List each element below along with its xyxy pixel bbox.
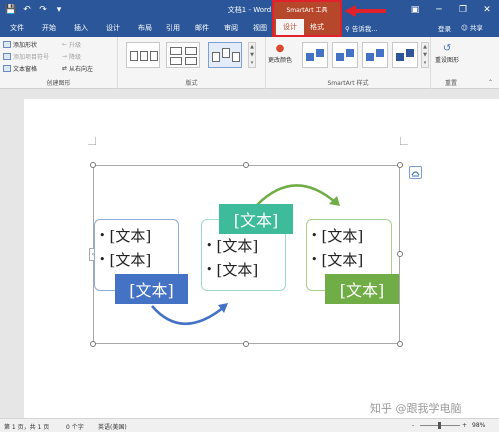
restore-button[interactable]: ❐ <box>451 0 475 20</box>
tab-references[interactable]: 引用 <box>166 23 180 33</box>
resize-handle[interactable] <box>397 341 403 347</box>
promote-label: 升级 <box>69 42 82 49</box>
add-bullet-label: 添加项目符号 <box>13 54 50 61</box>
styles-gallery-scroll[interactable]: ▲ ▼ ▾ <box>421 42 429 68</box>
style-thumbnail[interactable] <box>302 42 328 68</box>
person-icon: ☺ <box>461 24 468 32</box>
title-bar: 💾 ↶ ↷ ▾ 文档1 - Word ▣ ─ ❐ ✕ <box>0 0 499 20</box>
layout-options-icon[interactable] <box>409 166 422 179</box>
add-shape-icon <box>3 41 11 48</box>
tab-design[interactable]: 设计 <box>106 23 120 33</box>
resize-handle[interactable] <box>243 341 249 347</box>
layout-thumbnail-selected[interactable] <box>208 42 242 68</box>
resize-handle[interactable] <box>397 162 403 168</box>
tell-me-label: 告诉我... <box>351 25 378 33</box>
add-bullet-button[interactable]: 添加项目符号 <box>3 52 49 61</box>
right-to-left-label: 从右向左 <box>69 66 94 73</box>
ribbon: 添加形状 添加项目符号 文本窗格 ← 升级 → 降级 ⇄ 从右向左 创建图形 ▲… <box>0 37 499 89</box>
style-thumbnail[interactable] <box>332 42 358 68</box>
palette-icon: ● <box>275 43 285 54</box>
change-colors-button[interactable]: ● 更改颜色 <box>268 43 292 64</box>
zoom-slider-thumb[interactable] <box>438 422 441 429</box>
layouts-gallery-scroll[interactable]: ▲ ▼ ▾ <box>248 42 256 68</box>
tab-file[interactable]: 文件 <box>10 23 24 33</box>
crop-mark <box>88 137 96 145</box>
create-graphic-group-label: 创建图形 <box>46 80 71 87</box>
resize-handle[interactable] <box>90 341 96 347</box>
red-arrow-annotation <box>344 5 386 17</box>
text-pane-icon <box>3 65 11 72</box>
resize-handle[interactable] <box>397 251 403 257</box>
ribbon-tabs: 文件 开始 插入 设计 布局 引用 邮件 审阅 视图 <box>0 20 499 37</box>
smartart-label-left[interactable]: [文本] <box>115 274 188 304</box>
add-shape-label: 添加形状 <box>13 42 38 49</box>
layout-thumbnail[interactable] <box>166 42 200 68</box>
layouts-group: ▲ ▼ ▾ 版式 <box>118 37 266 89</box>
page-count[interactable]: 第 1 页，共 1 页 <box>4 422 49 431</box>
smartart-tools-title: SmartArt 工具 <box>286 7 328 14</box>
zoom-out-button[interactable]: - <box>412 422 414 429</box>
ribbon-display-options-icon[interactable]: ▣ <box>403 0 427 20</box>
status-bar: 第 1 页，共 1 页 0 个字 英语(美国) - + 98% <box>0 418 499 432</box>
resize-handle[interactable] <box>90 162 96 168</box>
language-indicator[interactable]: 英语(美国) <box>98 422 127 431</box>
reset-group-label: 重置 <box>444 80 457 87</box>
word-count[interactable]: 0 个字 <box>66 422 84 431</box>
tab-home[interactable]: 开始 <box>42 23 56 33</box>
demote-label: 降级 <box>69 54 82 61</box>
smartart-label-right[interactable]: [文本] <box>325 274 399 304</box>
share-button[interactable]: ☺ 共享 <box>458 21 486 33</box>
crop-mark <box>400 137 408 145</box>
sign-in-link[interactable]: 登录 <box>438 23 451 33</box>
style-thumbnail[interactable] <box>392 42 418 68</box>
add-shape-button[interactable]: 添加形状 <box>3 40 37 49</box>
minimize-button[interactable]: ─ <box>427 0 451 20</box>
smartart-label-middle[interactable]: [文本] <box>219 204 293 234</box>
close-button[interactable]: ✕ <box>475 0 499 20</box>
process-arrows <box>151 184 340 325</box>
smartart-styles-group: ● 更改颜色 ▲ ▼ ▾ SmartArt 样式 <box>266 37 431 89</box>
create-graphic-group: 添加形状 添加项目符号 文本窗格 ← 升级 → 降级 ⇄ 从右向左 创建图形 <box>0 37 118 89</box>
window-controls: ▣ ─ ❐ ✕ <box>403 0 499 20</box>
style-thumbnail[interactable] <box>362 42 388 68</box>
tab-smartart-design[interactable]: 设计 <box>276 19 304 35</box>
tab-view[interactable]: 视图 <box>253 23 267 33</box>
tell-me-search[interactable]: ⚲ 告诉我... <box>345 23 378 33</box>
reset-graphic-icon: ↺ <box>442 43 452 54</box>
demote-button[interactable]: → 降级 <box>62 52 81 61</box>
left-arrow-icon: ← <box>62 41 68 48</box>
add-bullet-icon <box>3 53 11 60</box>
tab-layout[interactable]: 布局 <box>138 23 152 33</box>
right-arrow-icon: → <box>62 53 68 60</box>
reset-graphic-button[interactable]: ↺ 重设图形 <box>435 43 459 64</box>
resize-handle[interactable] <box>243 162 249 168</box>
lightbulb-icon: ⚲ <box>345 25 350 33</box>
right-to-left-button[interactable]: ⇄ 从右向左 <box>62 64 93 73</box>
zoom-level[interactable]: 98% <box>472 422 485 429</box>
tab-smartart-format[interactable]: 格式 <box>310 22 324 32</box>
tab-insert[interactable]: 插入 <box>74 23 88 33</box>
promote-button[interactable]: ← 升级 <box>62 40 81 49</box>
reset-graphic-label: 重设图形 <box>435 57 460 64</box>
collapse-ribbon-icon[interactable]: ⌃ <box>488 79 493 86</box>
watermark-text: 知乎 @跟我学电脑 <box>370 402 462 415</box>
layouts-group-label: 版式 <box>185 80 198 87</box>
change-colors-label: 更改颜色 <box>268 57 293 64</box>
swap-arrows-icon: ⇄ <box>62 65 68 72</box>
tab-review[interactable]: 审阅 <box>224 23 238 33</box>
zoom-in-button[interactable]: + <box>462 422 467 429</box>
reset-group: ↺ 重设图形 重置 <box>431 37 471 89</box>
text-pane-button[interactable]: 文本窗格 <box>3 64 37 73</box>
smartart-styles-group-label: SmartArt 样式 <box>327 80 369 87</box>
share-label: 共享 <box>469 24 483 32</box>
tab-mailings[interactable]: 邮件 <box>195 23 209 33</box>
text-pane-label: 文本窗格 <box>13 66 38 73</box>
layout-thumbnail[interactable] <box>126 42 160 68</box>
